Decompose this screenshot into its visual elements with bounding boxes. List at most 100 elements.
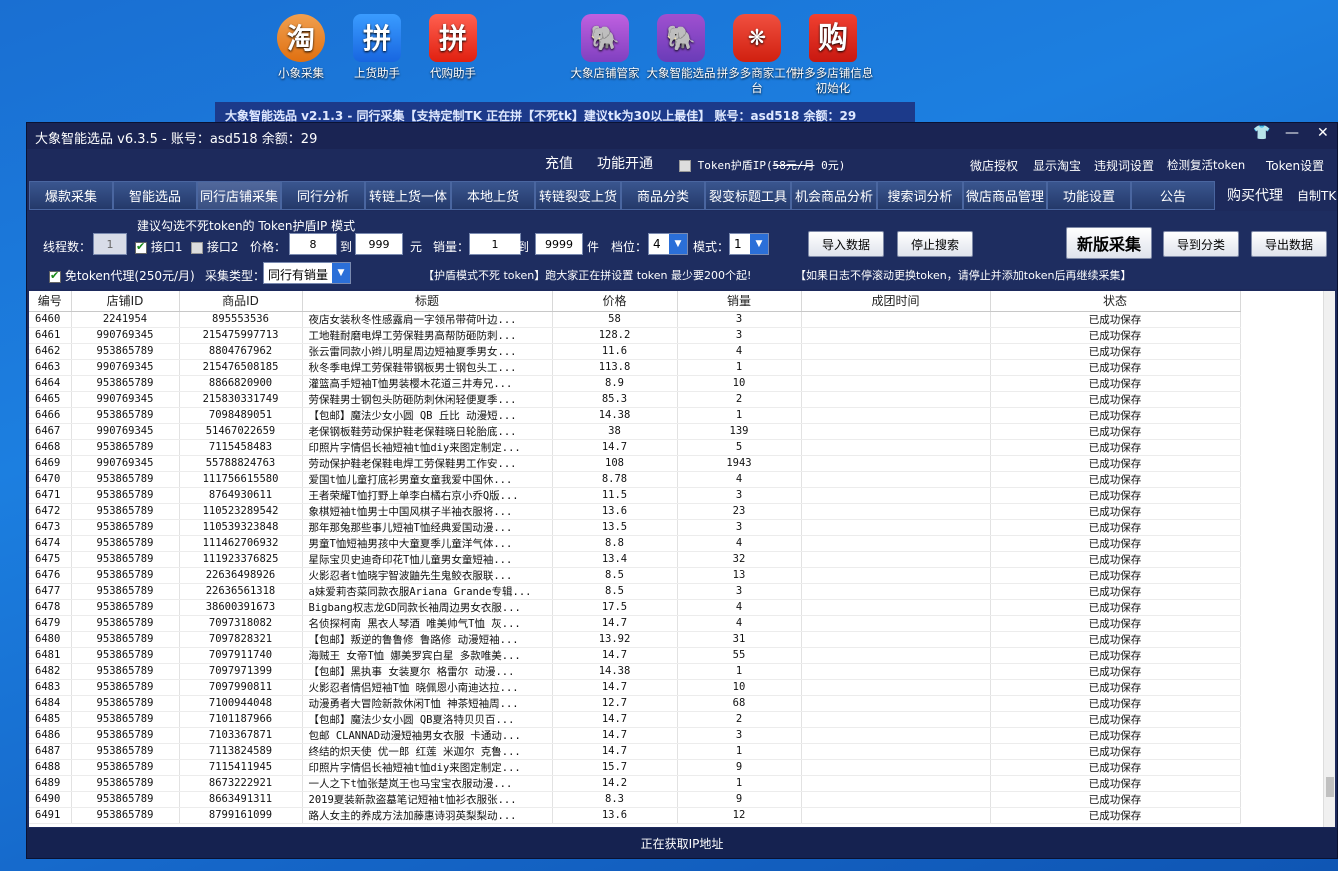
table-row[interactable]: 6461 990769345 215475997713 工地鞋耐磨电焊工劳保鞋男高帮防…: [29, 327, 1241, 344]
tab-opportunity[interactable]: 机会商品分析: [791, 181, 877, 210]
column-header[interactable]: 编号: [29, 291, 72, 312]
to-category-button[interactable]: 导到分类: [1163, 231, 1239, 257]
free-token-option[interactable]: 免token代理(250元/月): [49, 267, 195, 284]
tab-smart-select[interactable]: 智能选品: [113, 181, 197, 210]
price-max-input[interactable]: 999: [355, 233, 403, 255]
tab-fission-upload[interactable]: 转链裂变上货: [535, 181, 621, 210]
table-row[interactable]: 6469 990769345 55788824763 劳动保护鞋老保鞋电焊工劳保鞋男工…: [29, 455, 1241, 472]
table-row[interactable]: 6465 990769345 215830331749 劳保鞋男士钢包头防砸防刺休闲轻…: [29, 391, 1241, 408]
column-header[interactable]: 状态: [990, 291, 1241, 312]
token-ip-option[interactable]: Token护盾IP(58元/月 0元): [679, 157, 845, 173]
api1-option[interactable]: 接口1: [135, 238, 182, 255]
token-ip-checkbox[interactable]: [679, 160, 691, 172]
table-row[interactable]: 6464 953865789 8866820900 灌篮高手短袖T恤男装樱木花道三井…: [29, 375, 1241, 392]
table-row[interactable]: 6485 953865789 7101187966 【包邮】魔法少女小圆 QB夏洛特…: [29, 711, 1241, 728]
tab-hot-collect[interactable]: 爆款采集: [29, 181, 113, 210]
import-data-button[interactable]: 导入数据: [808, 231, 884, 257]
chevron-down-icon[interactable]: ▼: [669, 234, 687, 254]
table-row[interactable]: 6471 953865789 8764930611 王者荣耀T恤打野上单李白橘右京小乔…: [29, 487, 1241, 504]
tab-weidian-manage[interactable]: 微店商品管理: [963, 181, 1047, 210]
api2-checkbox[interactable]: [191, 241, 203, 254]
api2-option[interactable]: 接口2: [191, 238, 238, 255]
tab-peer-store-collect[interactable]: 同行店铺采集: [197, 181, 281, 210]
chevron-down-icon[interactable]: ▼: [332, 263, 350, 283]
tab-link-upload[interactable]: 转链上货一体: [365, 181, 451, 210]
desktop-icon-shanghuo[interactable]: 拼 上货助手: [335, 14, 419, 81]
table-row[interactable]: 6482 953865789 7097971399 【包邮】黑执事 女装夏尔 格雷尔…: [29, 663, 1241, 680]
table-row[interactable]: 6481 953865789 7097911740 海贼王 女帝T恤 娜美罗宾白星 多…: [29, 647, 1241, 664]
column-header[interactable]: 店铺ID: [71, 291, 180, 312]
mode-select[interactable]: 1 ▼: [729, 233, 769, 255]
table-row[interactable]: 6470 953865789 111756615580 爱国t恤儿童打底衫男童女童我…: [29, 471, 1241, 488]
tab-function-settings[interactable]: 功能设置: [1047, 181, 1131, 210]
table-row[interactable]: 6473 953865789 110539323848 那年那兔那些事儿短袖T恤经典…: [29, 519, 1241, 536]
column-header[interactable]: 成团时间: [801, 291, 991, 312]
collect-type-select[interactable]: 同行有销量 ▼: [263, 262, 351, 284]
api1-checkbox[interactable]: [135, 240, 147, 254]
minimize-button[interactable]: —: [1285, 125, 1299, 141]
tab-local-upload[interactable]: 本地上货: [451, 181, 535, 210]
buy-agent-link[interactable]: 购买代理: [1227, 185, 1283, 205]
table-row[interactable]: 6479 953865789 7097318082 名侦探柯南 黑衣人琴酒 唯美帅气T…: [29, 615, 1241, 632]
free-token-checkbox[interactable]: [49, 269, 61, 283]
level-select[interactable]: 4 ▼: [648, 233, 688, 255]
table-row[interactable]: 6480 953865789 7097828321 【包邮】叛逆的鲁鲁修 鲁路修 动…: [29, 631, 1241, 648]
table-row[interactable]: 6483 953865789 7097990811 火影忍者情侣短袖T恤 晓佩恩小南迪…: [29, 679, 1241, 696]
desktop-icon-xiaoxiang[interactable]: 淘 小象采集: [259, 14, 343, 81]
tab-categories[interactable]: 商品分类: [621, 181, 705, 210]
sales-max-input[interactable]: 9999: [535, 233, 583, 255]
threads-input[interactable]: 1: [93, 233, 127, 255]
table-row[interactable]: 6474 953865789 111462706932 男童T恤短袖男孩中大童夏季儿…: [29, 535, 1241, 552]
table-row[interactable]: 6462 953865789 8804767962 张云雷同款小辫儿明星周边短袖夏季男…: [29, 343, 1241, 360]
new-collect-button[interactable]: 新版采集: [1066, 227, 1152, 259]
banned-words-link[interactable]: 违规词设置: [1094, 157, 1154, 174]
activate-link[interactable]: 功能开通: [597, 153, 653, 173]
table-row[interactable]: 6475 953865789 111923376825 星际宝贝史迪奇印花T恤儿童男…: [29, 551, 1241, 568]
desktop-icon-pdd-workbench[interactable]: ❋ 拼多多商家工作台: [715, 14, 799, 96]
table-row[interactable]: 6472 953865789 110523289542 象棋短袖t恤男士中国风棋子半…: [29, 503, 1241, 520]
close-button[interactable]: ✕: [1317, 125, 1329, 141]
desktop-icon-zhineng-xuanpin[interactable]: 🐘 大象智能选品: [639, 14, 723, 81]
check-token-link[interactable]: 检测复活token: [1167, 157, 1245, 173]
table-row[interactable]: 6466 953865789 7098489051 【包邮】魔法少女小圆 QB 丘比…: [29, 407, 1241, 424]
scrollbar-thumb[interactable]: [1326, 777, 1334, 797]
export-data-button[interactable]: 导出数据: [1251, 231, 1327, 257]
tab-peer-analysis[interactable]: 同行分析: [281, 181, 365, 210]
sales-min-input[interactable]: 1: [469, 233, 521, 255]
custom-tk-link[interactable]: 自制TK: [1297, 187, 1336, 204]
table-row[interactable]: 6463 990769345 215476508185 秋冬季电焊工劳保鞋带钢板男士钢…: [29, 359, 1241, 376]
table-row[interactable]: 6486 953865789 7103367871 包邮 CLANNAD动漫短袖男女…: [29, 727, 1241, 744]
column-header[interactable]: 标题: [302, 291, 553, 312]
tab-title-tool[interactable]: 裂变标题工具: [705, 181, 791, 210]
table-row[interactable]: 6476 953865789 22636498926 火影忍者t恤晓宇智波鼬先生鬼鲛…: [29, 567, 1241, 584]
table-row[interactable]: 6484 953865789 7100944048 动漫勇者大冒险新款休闲T恤 神茶短…: [29, 695, 1241, 712]
price-min-input[interactable]: 8: [289, 233, 337, 255]
vertical-scrollbar[interactable]: [1323, 291, 1335, 827]
stop-search-button[interactable]: 停止搜索: [897, 231, 973, 257]
table-row[interactable]: 6491 953865789 8799161099 路人女主的养成方法加藤惠诗羽英梨梨…: [29, 807, 1241, 824]
table-row[interactable]: 6477 953865789 22636561318 a妹爱莉杏菜同款衣服Ariana…: [29, 583, 1241, 600]
weidian-auth-link[interactable]: 微店授权: [970, 157, 1018, 174]
table-row[interactable]: 6468 953865789 7115458483 印照片字情侣长袖短袖t恤diy来图…: [29, 439, 1241, 456]
background-window-title[interactable]: 大象智能选品 v2.1.3 - 同行采集【支持定制TK 正在拼【不死tk】建议t…: [215, 102, 915, 124]
column-header[interactable]: 商品ID: [179, 291, 303, 312]
desktop-icon-pdd-init[interactable]: 购 拼多多店铺信息初始化: [791, 14, 875, 96]
token-settings-link[interactable]: Token设置: [1266, 157, 1324, 174]
show-taobao-link[interactable]: 显示淘宝: [1033, 157, 1081, 174]
table-row[interactable]: 6488 953865789 7115411945 印照片字情侣长袖短袖t恤diy来图…: [29, 759, 1241, 776]
table-row[interactable]: 6467 990769345 51467022659 老保钢板鞋劳动保护鞋老保鞋晓日轮…: [29, 423, 1241, 440]
desktop-icon-daigou[interactable]: 拼 代购助手: [411, 14, 495, 81]
desktop-icon-dianpu-guanjia[interactable]: 🐘 大象店铺管家: [563, 14, 647, 81]
table-row[interactable]: 6489 953865789 8673222921 一人之下t恤张楚岚王也马宝宝衣服…: [29, 775, 1241, 792]
recharge-link[interactable]: 充值: [545, 153, 573, 173]
tab-announcement[interactable]: 公告: [1131, 181, 1215, 210]
column-header[interactable]: 价格: [552, 291, 678, 312]
table-row[interactable]: 6490 953865789 8663491311 2019夏装新款盗墓笔记短袖t恤…: [29, 791, 1241, 808]
column-header[interactable]: 销量: [677, 291, 802, 312]
table-row[interactable]: 6487 953865789 7113824589 终结的炽天使 优一郎 红莲 米迦尔…: [29, 743, 1241, 760]
chevron-down-icon[interactable]: ▼: [750, 234, 768, 254]
table-row[interactable]: 6478 953865789 38600391673 Bigbang权志龙GD同款长…: [29, 599, 1241, 616]
table-row[interactable]: 6460 2241954 895553536 夜店女装秋冬性感露肩一字领吊带荷叶边..…: [29, 311, 1241, 328]
skin-icon[interactable]: 👕: [1253, 125, 1270, 141]
tab-search-words[interactable]: 搜索词分析: [877, 181, 963, 210]
